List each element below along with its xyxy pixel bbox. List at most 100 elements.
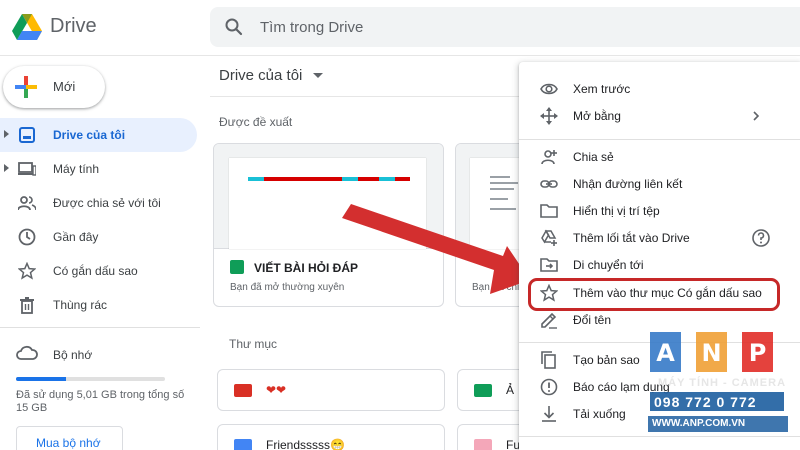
menu-item-preview[interactable]: Xem trước xyxy=(519,76,800,103)
folder-item[interactable]: Friendsssss😁 xyxy=(217,424,445,450)
menu-item-open-with[interactable]: Mở bằng xyxy=(519,103,800,130)
folder-item[interactable]: ❤❤ xyxy=(217,369,445,411)
search-icon[interactable] xyxy=(224,17,244,37)
storage-progress-fill xyxy=(16,377,66,381)
storage-usage-text: Đã sử dụng 5,01 GB trong tổng số 15 GB xyxy=(16,389,185,414)
menu-divider xyxy=(519,436,800,437)
page-title[interactable]: Drive của tôi xyxy=(219,67,302,84)
menu-item-add-shortcut[interactable]: Thêm lối tắt vào Drive xyxy=(519,225,800,252)
sidebar-item-label: Drive của tôi xyxy=(53,128,126,142)
buy-storage-button[interactable]: Mua bộ nhớ xyxy=(16,426,123,450)
sidebar-item-shared[interactable]: Được chia sẻ với tôi xyxy=(0,186,200,220)
watermark-phone-box: 098 772 0 772 xyxy=(650,392,784,411)
menu-item-label: Di chuyển tới xyxy=(573,258,644,272)
add-shortcut-icon xyxy=(541,229,557,246)
folder-name: Ả xyxy=(506,383,515,397)
menu-item-label: Xem trước xyxy=(573,82,631,96)
menu-item-rename[interactable]: Đổi tên xyxy=(519,307,800,334)
folder-item[interactable]: Ả xyxy=(457,369,527,411)
cloud-icon xyxy=(16,345,38,360)
menu-divider xyxy=(519,139,800,140)
sidebar-item-my-drive[interactable]: Drive của tôi xyxy=(0,118,197,152)
folder-icon xyxy=(474,439,492,450)
drive-logo-icon[interactable] xyxy=(12,14,42,40)
menu-item-label: Hiển thị vị trí tệp xyxy=(573,204,660,218)
shared-people-icon xyxy=(18,196,36,211)
top-bar: Drive Tìm trong Drive xyxy=(0,0,800,56)
star-icon xyxy=(18,262,36,280)
brand-name: Drive xyxy=(50,15,97,37)
menu-item-show-location[interactable]: Hiển thị vị trí tệp xyxy=(519,198,800,225)
menu-item-label: Tải xuống xyxy=(573,407,626,421)
menu-item-move-to[interactable]: Di chuyển tới xyxy=(519,252,800,279)
alert-icon xyxy=(540,378,558,396)
storage-label[interactable]: Bộ nhớ xyxy=(53,348,92,362)
preview-cell xyxy=(248,177,264,181)
suggested-file-card[interactable]: VIẾT BÀI HỎI ĐÁP Bạn đã mở thường xuyên xyxy=(213,143,444,307)
link-icon xyxy=(540,180,558,188)
sidebar-item-recent[interactable]: Gần đây xyxy=(0,220,200,254)
preview-text-line xyxy=(490,198,508,200)
document-preview xyxy=(229,158,426,249)
folder-icon xyxy=(234,439,252,450)
sidebar-item-trash[interactable]: Thùng rác xyxy=(0,288,200,322)
sidebar-item-label: Thùng rác xyxy=(53,298,108,312)
folder-icon xyxy=(474,384,492,397)
menu-item-share[interactable]: Chia sẻ xyxy=(519,144,800,171)
watermark-phone: 098 772 0 772 xyxy=(654,394,757,410)
folder-name: Fu xyxy=(506,438,521,450)
move-to-folder-icon xyxy=(540,258,558,272)
watermark-letter-box: P xyxy=(742,332,773,372)
menu-item-label: Đổi tên xyxy=(573,313,612,327)
annotation-highlight-box xyxy=(528,278,780,311)
folder-name: ❤❤ xyxy=(266,383,287,397)
menu-item-get-link[interactable]: Nhận đường liên kết xyxy=(519,171,800,198)
sidebar-nav: Drive của tôi Máy tính Được chia sẻ với … xyxy=(0,118,200,322)
watermark-letter: P xyxy=(748,339,767,367)
main-divider xyxy=(210,96,520,97)
preview-text-line xyxy=(490,208,516,210)
copy-icon xyxy=(541,351,556,369)
clock-icon xyxy=(18,228,36,246)
plus-icon xyxy=(15,76,37,98)
move-arrows-icon xyxy=(540,107,558,125)
watermark-url-box: WWW.ANP.COM.VN xyxy=(648,416,788,432)
new-button-label: Mới xyxy=(53,79,76,94)
help-icon[interactable] xyxy=(751,228,771,248)
sidebar-item-label: Gần đây xyxy=(53,230,99,244)
folder-item[interactable]: Fu xyxy=(457,424,527,450)
chevron-down-icon[interactable] xyxy=(313,73,323,78)
sidebar-item-computers[interactable]: Máy tính xyxy=(0,152,200,186)
sidebar-item-starred[interactable]: Có gắn dấu sao xyxy=(0,254,200,288)
file-thumbnail xyxy=(214,144,443,249)
suggested-section-title: Được đề xuất xyxy=(219,115,293,129)
menu-item-label: Tạo bản sao xyxy=(573,353,640,367)
search-bar[interactable]: Tìm trong Drive xyxy=(210,7,800,47)
storage-progress-bar xyxy=(16,377,165,381)
watermark-tagline: MÁY TÍNH - CAMERA xyxy=(658,377,787,389)
expand-caret-icon[interactable] xyxy=(4,164,9,172)
trash-icon xyxy=(20,297,34,314)
new-button[interactable]: Mới xyxy=(3,66,105,108)
preview-cell xyxy=(379,177,395,181)
file-title: VIẾT BÀI HỎI ĐÁP xyxy=(254,261,359,275)
folder-name: Friendsssss😁 xyxy=(266,438,345,450)
watermark-logo: A N P xyxy=(648,332,788,372)
sidebar-item-label: Có gắn dấu sao xyxy=(53,264,138,278)
pencil-icon xyxy=(541,312,557,329)
watermark-letter: N xyxy=(701,339,722,367)
expand-caret-icon[interactable] xyxy=(4,130,9,138)
buy-storage-label: Mua bộ nhớ xyxy=(36,436,101,450)
add-person-icon xyxy=(541,150,557,165)
file-subtitle: Bạn đã mở thường xuyên xyxy=(230,282,345,293)
sidebar-item-label: Máy tính xyxy=(53,162,100,176)
folder-icon xyxy=(540,204,558,218)
sheets-icon xyxy=(230,260,244,274)
watermark-letter-box: N xyxy=(696,332,727,372)
computer-icon xyxy=(18,162,36,176)
my-drive-icon xyxy=(19,127,35,143)
preview-text-line xyxy=(490,176,510,178)
file-subtitle: Bạn đã chỉ xyxy=(472,282,520,293)
search-input[interactable]: Tìm trong Drive xyxy=(260,19,363,36)
watermark-letter: A xyxy=(656,339,675,367)
